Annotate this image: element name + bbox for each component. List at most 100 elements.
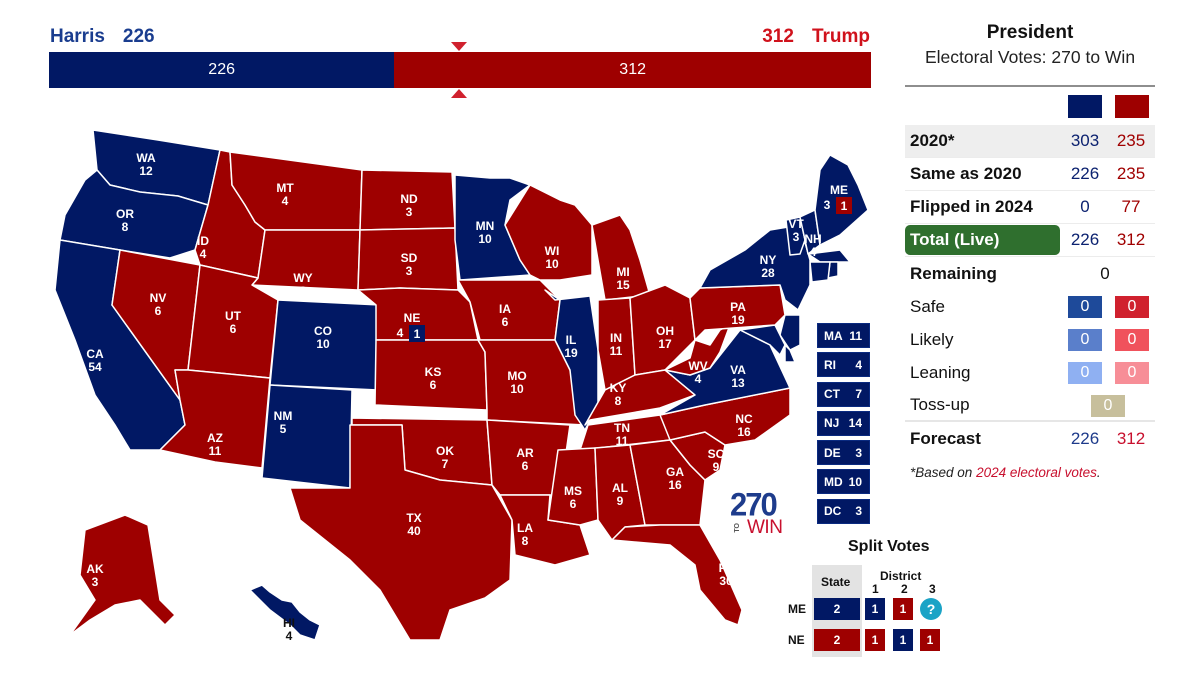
state-ev-ky: 8	[615, 394, 622, 408]
state-ev-ms: 6	[570, 497, 577, 511]
row-rep-value: 312	[1116, 230, 1146, 249]
state-ev-tx: 40	[407, 524, 421, 538]
split-district-cell-me-2[interactable]: 1	[893, 598, 913, 620]
trump-color-swatch	[1115, 95, 1149, 118]
state-ev-va: 13	[731, 376, 745, 390]
small-state-box-md[interactable]: MD 10	[817, 469, 870, 495]
state-ev-id: 4	[200, 247, 207, 261]
district-number-3: 3	[929, 582, 936, 596]
harris-total: 226	[122, 26, 155, 47]
question-icon[interactable]: ?	[920, 598, 942, 620]
state-ev-fl: 30	[719, 574, 733, 588]
state-label-ne: NE	[404, 311, 421, 325]
tossup-chip[interactable]: 0	[1091, 395, 1125, 417]
small-state-box-de[interactable]: DE 3	[817, 440, 870, 466]
panel-title: President	[986, 22, 1074, 43]
state-ev-mt: 4	[282, 194, 289, 208]
logo-to: TO	[734, 523, 741, 533]
small-state-box-dc[interactable]: DC 3	[817, 498, 870, 524]
row-value: 0	[1100, 263, 1110, 283]
state-ev-al: 9	[617, 494, 624, 508]
state-label-wy: WY	[293, 271, 312, 285]
state-ev-az: 11	[209, 444, 222, 458]
panel-subtitle: Electoral Votes: 270 to Win	[924, 47, 1136, 67]
state-ev-nc: 16	[737, 425, 751, 439]
row-total-live: Total (Live) 226 312	[905, 224, 1155, 257]
safe-dem-chip[interactable]: 0	[1068, 296, 1102, 318]
split-row-label-ne: NE	[788, 633, 805, 647]
footnote-link[interactable]: 2024 electoral votes	[976, 465, 1097, 480]
leaning-rep-chip[interactable]: 0	[1115, 362, 1149, 384]
state-label-az: AZ	[207, 431, 223, 445]
state-ev-nh: 4	[810, 245, 817, 259]
row-dem-value: 303	[1070, 131, 1100, 150]
split-district-badge-value: 1	[841, 199, 848, 213]
small-state-ev: 14	[848, 416, 862, 431]
state-ev-wi: 10	[545, 257, 559, 271]
small-state-box-nj[interactable]: NJ 14	[817, 410, 870, 436]
row-label: Flipped in 2024	[910, 197, 1033, 216]
bar-segment-harris: 226	[49, 52, 395, 88]
state-label-ak: AK	[86, 562, 104, 576]
row-same-as-2020: Same as 2020 226 235	[905, 158, 1155, 191]
small-state-box-ri[interactable]: RI 4	[817, 352, 870, 378]
state-ev-wa: 12	[139, 164, 153, 178]
small-state-abbr: NJ	[824, 416, 840, 431]
row-remaining: Remaining 0	[905, 257, 1155, 290]
split-row-label-me: ME	[788, 602, 806, 616]
state-label-id: ID	[197, 234, 209, 248]
state-ev-ak: 3	[92, 575, 99, 589]
split-district-cell-ne-1[interactable]: 1	[865, 629, 885, 651]
state-label-wa: WA	[136, 151, 156, 165]
split-state-cell-ne[interactable]: 2	[814, 629, 860, 651]
split-district-cell-ne-3[interactable]: 1	[920, 629, 940, 651]
state-label-vt: VT	[788, 217, 804, 231]
state-ev-ne: 4	[397, 326, 404, 340]
row-rep-value: 77	[1121, 197, 1141, 216]
row-label: Remaining	[910, 263, 997, 283]
state-ev-ga: 16	[668, 478, 682, 492]
small-state-abbr: DE	[824, 445, 841, 460]
state-label-mt: MT	[276, 181, 294, 195]
state-label-nc: NC	[735, 412, 753, 426]
state-label-la: LA	[517, 521, 533, 535]
split-district-cell-me-1[interactable]: 1	[865, 598, 885, 620]
small-state-box-ct[interactable]: CT 7	[817, 381, 870, 407]
harris-header: Harris 226	[50, 26, 155, 48]
state-ev-me: 3	[824, 198, 831, 212]
state-ev-ny: 28	[761, 266, 775, 280]
row-rep-value: 235	[1116, 164, 1146, 183]
split-state-cell-me[interactable]: 2	[814, 598, 860, 620]
state-label-oh: OH	[656, 324, 674, 338]
likely-rep-chip[interactable]: 0	[1115, 329, 1149, 351]
state-ev-co: 10	[316, 337, 330, 351]
row-forecast: Forecast 226 312	[905, 422, 1155, 455]
state-label-sd: SD	[401, 251, 418, 265]
state-label-va: VA	[730, 363, 746, 377]
state-label-ok: OK	[436, 444, 454, 458]
state-ct[interactable]	[809, 261, 831, 283]
state-ev-pa: 19	[731, 313, 745, 327]
270-threshold-marker-top-icon	[451, 42, 467, 51]
small-state-box-ma[interactable]: MA 11	[817, 323, 870, 348]
small-state-abbr: MA	[824, 328, 843, 343]
leaning-dem-chip[interactable]: 0	[1068, 362, 1102, 384]
state-label-or: OR	[116, 207, 134, 221]
safe-rep-chip[interactable]: 0	[1115, 296, 1149, 318]
likely-dem-chip[interactable]: 0	[1068, 329, 1102, 351]
state-ev-nm: 5	[280, 422, 287, 436]
small-state-ev: 3	[855, 504, 862, 519]
state-label-ks: KS	[425, 365, 442, 379]
small-state-abbr: CT	[824, 387, 840, 402]
split-district-cell-ne-2[interactable]: 1	[893, 629, 913, 651]
state-nm[interactable]	[261, 384, 353, 489]
row-dem-value: 226	[1070, 230, 1100, 249]
state-label-sc: SC	[708, 447, 725, 461]
state-ev-sc: 9	[713, 460, 720, 474]
state-label-il: IL	[566, 333, 577, 347]
total-live-button[interactable]: Total (Live)	[905, 225, 1060, 255]
state-ev-vt: 3	[793, 230, 800, 244]
row-label: 2020*	[910, 131, 955, 150]
270towin-logo[interactable]: 270 TO WIN	[730, 488, 790, 537]
state-ev-wv: 4	[695, 372, 702, 386]
